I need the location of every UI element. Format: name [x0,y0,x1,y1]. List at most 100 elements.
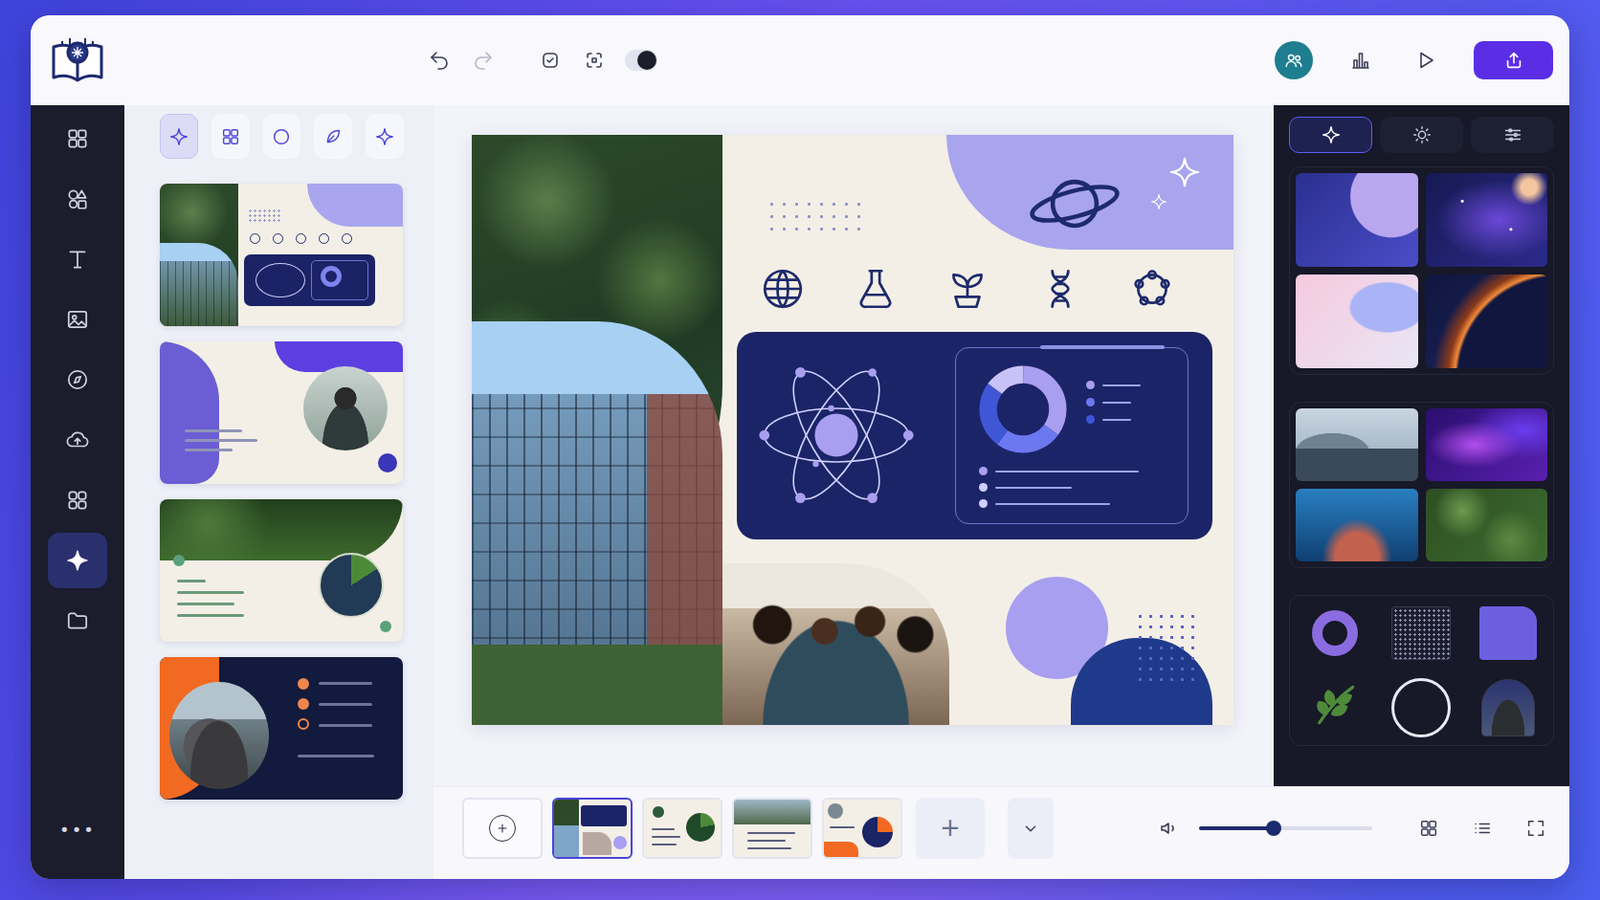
export-button[interactable] [1473,41,1554,80]
sliders-icon [1502,124,1524,146]
design-tab[interactable] [1470,116,1555,154]
edit-tools [422,43,658,78]
template-card[interactable] [159,341,403,485]
check-frame-icon [538,48,562,72]
template-card[interactable] [159,183,403,327]
shape-tile[interactable] [1295,676,1375,740]
slide-thumbnails [462,798,903,860]
check-frame-button[interactable] [533,43,568,78]
volume-slider[interactable] [1199,826,1373,831]
collaborators-button[interactable] [1274,41,1313,80]
background-swatch[interactable] [1425,408,1549,482]
share-tools [1274,41,1570,80]
leaf-icon [1308,678,1362,733]
add-slide-button[interactable]: + [915,798,985,860]
donut-segment [988,375,1059,445]
background-gallery [1288,166,1555,376]
expand-slides-button[interactable] [1007,798,1054,860]
sidebar-item[interactable] [47,291,108,348]
sidebar-item[interactable] [47,412,108,468]
planet-icon [1026,155,1123,252]
folder-icon [65,608,90,634]
template-card[interactable] [159,657,403,800]
sparkle-icon [1149,192,1169,212]
data-panel [736,332,1213,540]
background-swatch[interactable] [1295,488,1419,562]
shape-tile[interactable] [1381,601,1461,666]
shape-tile[interactable] [1468,601,1548,666]
slide-thumbnail[interactable] [732,798,813,860]
sprout-icon [943,265,992,313]
dashboard-icon [65,126,90,152]
redo-button[interactable] [466,43,501,78]
volume-fill [1199,826,1274,831]
shape-tile[interactable] [1295,601,1375,666]
circle-icon [270,126,292,148]
background-swatch[interactable] [1425,274,1549,369]
arch-shape [1481,679,1535,737]
template-tab[interactable] [313,113,353,159]
background-swatch[interactable] [1425,488,1549,562]
slide-strip: + [433,786,1570,880]
template-panel [124,105,434,880]
editor-window: ••• + [30,15,1570,880]
slide-canvas[interactable] [471,134,1234,726]
dark-mode-toggle[interactable] [624,49,658,71]
leaf-shape [1308,678,1362,739]
shape-tile[interactable] [1468,676,1548,740]
sidebar-item[interactable] [47,171,108,227]
present-button[interactable] [1408,43,1444,78]
sidebar-item[interactable] [47,352,108,408]
template-tab[interactable] [365,113,404,159]
slide-thumbnail[interactable] [642,798,723,860]
design-tab[interactable] [1379,116,1464,154]
building-photo [471,321,723,726]
design-panel [1273,105,1570,787]
template-tab[interactable] [263,113,302,159]
shape-tile[interactable] [1381,676,1461,740]
sidebar-item[interactable] [47,231,108,288]
analytics-button[interactable] [1343,43,1378,78]
grid-icon [220,126,242,148]
slide-thumbnail[interactable] [552,798,633,860]
bar-chart-icon [1349,48,1373,72]
text-icon [65,246,90,272]
sun-icon [1411,124,1433,146]
photo-gallery [1288,401,1555,569]
dot-grid [1134,611,1195,689]
shapes-icon [65,186,90,212]
focus-button[interactable] [577,43,612,78]
list-view-button[interactable] [1466,812,1499,845]
plus-icon [494,821,511,837]
sidebar-item[interactable] [47,111,108,167]
undo-button[interactable] [422,43,457,78]
leaf-icon [322,126,344,148]
slide-thumbnail[interactable] [462,798,543,860]
square-shape [1479,606,1537,661]
sidebar-item[interactable] [47,593,108,649]
dna-icon [1036,265,1085,313]
slide-thumbnail[interactable] [822,798,903,860]
volume-button[interactable] [1153,812,1186,845]
list-icon [1471,818,1493,840]
purple-blob [946,134,1234,250]
template-card[interactable] [159,499,403,643]
background-swatch[interactable] [1295,274,1419,369]
background-swatch[interactable] [1425,173,1549,267]
fullscreen-button[interactable] [1519,812,1553,845]
template-tab[interactable] [211,113,250,159]
template-list [159,183,404,800]
network-icon [1128,265,1177,313]
grid-icon [1418,818,1440,840]
app-logo[interactable] [30,33,125,88]
sidebar-item[interactable] [47,533,108,589]
background-swatch[interactable] [1295,173,1419,267]
more-button[interactable]: ••• [59,820,96,842]
image-icon [65,307,90,333]
template-tab[interactable] [159,113,199,159]
background-swatch[interactable] [1295,408,1419,482]
sidebar-item[interactable] [47,472,108,529]
design-tab[interactable] [1288,116,1373,154]
grid-view-button[interactable] [1412,812,1445,845]
volume-knob[interactable] [1266,821,1282,837]
